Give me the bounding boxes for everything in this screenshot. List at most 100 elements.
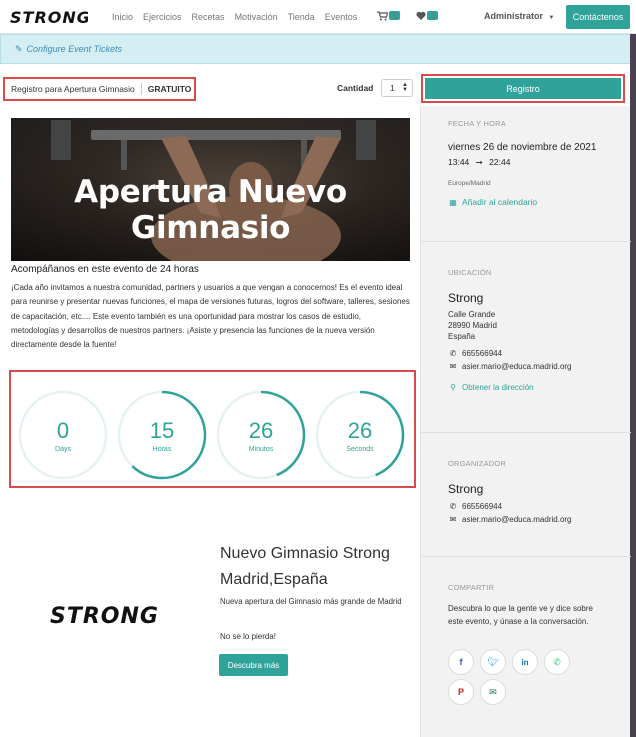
organizer-title: ORGANIZADOR [448,459,507,468]
countdown-seconds: 26 Seconds [315,390,405,480]
phone-icon: ✆ [449,349,457,358]
select-arrows-icon: ▲ ▼ [402,82,408,93]
email-share-button[interactable]: ✉ [480,679,506,705]
location-phone: ✆ 665566944 [448,349,572,358]
nav-link-motivacion[interactable]: Motivación [235,12,278,22]
event-date: viernes 26 de noviembre de 2021 [448,142,597,153]
top-navbar: STRONG Inicio Ejercicios Recetas Motivac… [0,0,636,34]
brand-logo[interactable]: STRONG [10,7,88,27]
heart-icon [416,11,426,20]
event-timezone: Europe/Madrid [448,180,491,187]
configure-tickets-bar[interactable]: ✎ Configure Event Tickets [0,34,632,64]
add-to-calendar-link[interactable]: ▦ Añadir al calendario [448,197,596,207]
event-subtitle: Acompáñanos en este evento de 24 horas [11,264,199,275]
countdown-seconds-value: 26 [347,418,373,443]
configure-tickets-link[interactable]: Configure Event Tickets [27,44,122,54]
promo-logo: STRONG [50,604,159,628]
datetime-title: FECHA Y HORA [448,119,506,128]
event-description: ¡Cada año invitamos a nuestra comunidad,… [11,283,410,350]
countdown-minutes-value: 26 [248,418,274,443]
promo-note: No se lo pierda! [220,632,277,641]
share-text: Descubra lo que la gente ve y dice sobre… [448,604,593,626]
discover-more-button[interactable]: Descubra más [219,654,288,676]
countdown: 0 Days 15 Horas 26 Minutos 26 Seconds [9,370,416,488]
promo-logo-text: STRONG [50,604,159,628]
pinterest-icon: P [457,687,464,697]
quantity-label: Cantidad [337,83,374,93]
add-to-calendar-label: Añadir al calendario [462,197,538,207]
pinterest-share-button[interactable]: P [448,679,474,705]
nav-link-recetas[interactable]: Recetas [192,12,225,22]
arrow-right-icon: ➞ [475,157,483,167]
map-marker-icon: ⚲ [450,383,456,392]
whatsapp-icon: ✆ [553,656,561,667]
countdown-seconds-label: Seconds [346,446,374,453]
location-phone-value: 665566944 [462,349,503,358]
sidebar-divider [421,556,631,557]
quantity-value: 1 [390,83,395,93]
location-email-value: asier.mario@educa.madrid.org [462,362,572,371]
organizer-email[interactable]: ✉ asier.mario@educa.madrid.org [448,515,572,524]
nav-link-tienda[interactable]: Tienda [288,12,315,22]
wishlist-link[interactable]: 1 [416,11,439,22]
event-start-time: 13:44 [448,157,470,167]
countdown-days-label: Days [55,446,71,453]
location-name: Strong [448,291,484,305]
ticket-name: Registro para Apertura Gimnasio [11,84,135,94]
location-title: UBICACIÓN [448,268,492,277]
countdown-days-value: 0 [56,418,70,443]
countdown-minutes: 26 Minutos [216,390,306,480]
linkedin-icon: in [521,657,529,667]
location-country: España [448,332,476,341]
cart-icon [377,10,389,20]
nav-links: Inicio Ejercicios Recetas Motivación Tie… [112,10,439,23]
ticket-separator [140,83,142,95]
promo-description: Nueva apertura del Gimnasio más grande d… [220,597,402,606]
location-email[interactable]: ✉ asier.mario@educa.madrid.org [448,362,572,371]
twitter-icon: 🐦︎ [487,656,499,667]
share-section: COMPARTIR Descubra lo que la gente ve y … [448,583,598,628]
phone-icon: ✆ [449,502,457,511]
hero-title: Apertura Nuevo Gimnasio [74,174,347,246]
organizer-name: Strong [448,482,484,496]
user-name: Administrator [484,11,544,21]
contact-button[interactable]: Contáctenos [566,5,630,29]
datetime-section: FECHA Y HORA viernes 26 de noviembre de … [448,119,596,207]
window-edge [630,34,636,737]
cart-count-badge: 1 [389,10,401,20]
pencil-icon: ✎ [15,43,23,54]
envelope-icon: ✉ [449,362,457,371]
event-hero-image: Apertura Nuevo Gimnasio [11,118,410,261]
nav-link-ejercicios[interactable]: Ejercicios [143,12,182,22]
location-section: UBICACIÓN Strong Calle Grande 28990 Madr… [448,268,572,392]
sidebar-divider [421,432,631,433]
envelope-icon: ✉ [489,686,497,697]
register-highlight: Registro [421,74,625,103]
whatsapp-share-button[interactable]: ✆ [544,649,570,675]
user-menu[interactable]: Administrator ▼ [484,11,554,21]
envelope-icon: ✉ [449,515,457,524]
nav-link-eventos[interactable]: Eventos [325,12,358,22]
countdown-hours-label: Horas [152,446,172,453]
nav-link-inicio[interactable]: Inicio [112,12,133,22]
quantity-select[interactable]: 1 ▲ ▼ [381,79,413,97]
twitter-share-button[interactable]: 🐦︎ [480,649,506,675]
ticket-row: Registro para Apertura Gimnasio GRATUITO [3,77,196,101]
promo-title: Nuevo Gimnasio Strong Madrid,España [220,545,390,588]
facebook-share-button[interactable]: f [448,649,474,675]
linkedin-share-button[interactable]: in [512,649,538,675]
countdown-hours: 15 Horas [117,390,207,480]
cart-link[interactable]: 1 [377,10,401,23]
get-directions-link[interactable]: ⚲ Obtener la dirección [448,383,572,392]
ticket-price: GRATUITO [147,84,192,94]
register-button[interactable]: Registro [425,78,621,99]
location-city: 28990 Madrid [448,321,497,330]
share-title: COMPARTIR [448,583,495,592]
chevron-down-icon: ▼ [548,15,555,21]
sidebar-divider [421,241,631,242]
calendar-icon: ▦ [449,198,457,207]
event-sidebar: FECHA Y HORA viernes 26 de noviembre de … [420,106,631,737]
get-directions-label: Obtener la dirección [462,383,534,392]
location-street: Calle Grande [448,310,496,319]
countdown-hours-value: 15 [149,418,175,443]
